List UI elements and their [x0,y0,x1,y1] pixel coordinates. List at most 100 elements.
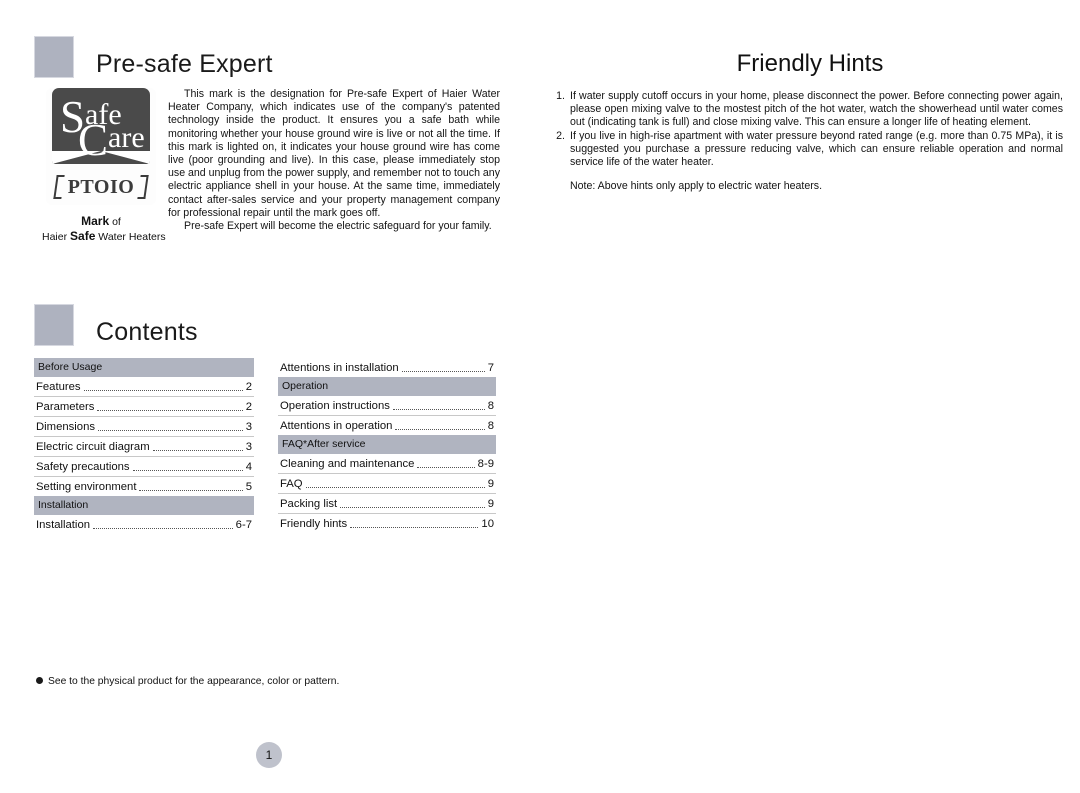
toc-entry-page: 5 [245,481,252,493]
toc-entry[interactable]: Electric circuit diagram 3 [34,437,254,456]
bullet-icon [36,677,43,684]
toc-entry-label: Parameters [36,401,95,413]
logo-care-rest: are [108,121,145,154]
safe-care-logo: Safe Care PTOIO Mark of Haier Safe Water… [42,88,166,244]
hint-text: If you live in high-rise apartment with … [570,129,1063,169]
toc-leader-dots [395,429,485,430]
toc-entry[interactable]: Attentions in installation 7 [278,358,496,377]
bracket-right-icon [137,175,149,199]
logo-card: Safe Care PTOIO [46,88,156,205]
logo-caption-line1: Mark of [42,214,160,229]
logo-caption: Mark of Haier Safe Water Heaters [42,214,166,244]
ptoio-label: PTOIO [67,176,135,198]
toc-entry-page: 3 [245,441,252,453]
toc-entry-label: Dimensions [36,421,96,433]
toc-entry[interactable]: FAQ 9 [278,474,496,493]
logo-caption-haier: Haier [42,231,71,243]
table-of-contents-left-column: Before Usage Features 2 Parameters 2 Dimensio… [34,358,254,534]
toc-entry-label: Packing list [280,498,338,510]
toc-entry-page: 6-7 [235,519,252,531]
presafe-paragraph-1: This mark is the designation for Pre-saf… [168,88,500,219]
toc-entry-label: FAQ [280,478,303,490]
table-of-contents-right-column: Attentions in installation 7 Operation Oper… [278,358,496,533]
logo-caption-safe: Safe [70,229,96,243]
toc-entry-label: Installation [36,519,91,531]
footnote-text: See to the physical product for the appe… [48,676,340,687]
hint-number: 1. [556,90,565,102]
logo-caption-waterheaters: Water Heaters [95,231,166,243]
toc-entry-page: 8-9 [477,458,494,470]
toc-leader-dots [139,490,243,491]
hint-item: 1. If water supply cutoff occurs in your … [543,90,1063,130]
contents-heading-accent-block [34,304,74,346]
footnote: See to the physical product for the appe… [36,676,339,687]
toc-entry[interactable]: Setting environment 5 [34,477,254,496]
toc-entry-page: 8 [487,420,494,432]
page-number-left: 1 [256,742,282,768]
toc-leader-dots [98,430,243,431]
toc-entry-page: 7 [487,362,494,374]
toc-entry[interactable]: Operation instructions 8 [278,396,496,415]
friendly-hints-note: Note: Above hints only apply to electric… [570,180,823,192]
logo-caption-mark: Mark [81,214,110,228]
toc-entry-label: Attentions in operation [280,420,393,432]
logo-care-initial: C [78,115,109,164]
left-page: Pre-safe Expert Safe Care PTOIO Mark of … [0,0,540,793]
toc-entry-page: 10 [481,518,494,530]
toc-leader-dots [417,467,475,468]
toc-entry-page: 2 [245,381,252,393]
ptoio-badge-icon: PTOIO [53,173,149,201]
bracket-left-icon [53,175,65,199]
right-page: Friendly Hints 1. If water supply cutoff … [540,0,1080,793]
toc-entry[interactable]: Cleaning and maintenance 8-9 [278,454,496,473]
toc-leader-dots [340,507,485,508]
toc-entry-page: 4 [245,461,252,473]
hint-item: 2. If you live in high-rise apartment wit… [543,130,1063,170]
contents-heading-title: Contents [96,318,198,346]
toc-entry-page: 3 [245,421,252,433]
toc-section-bar: Operation [278,377,496,396]
toc-entry-page: 8 [487,400,494,412]
toc-entry[interactable]: Installation 6-7 [34,515,254,534]
toc-entry-label: Features [36,381,81,393]
toc-entry[interactable]: Friendly hints 10 [278,514,496,533]
presafe-heading-accent-block [34,36,74,78]
hint-text: If water supply cutoff occurs in your ho… [570,90,1063,129]
toc-leader-dots [305,487,485,488]
logo-caption-line2: Haier Safe Water Heaters [42,229,166,244]
presafe-body-text: This mark is the designation for Pre-saf… [168,88,500,233]
toc-leader-dots [83,390,243,391]
hint-number: 2. [556,129,565,142]
document-page: Pre-safe Expert Safe Care PTOIO Mark of … [0,0,1080,793]
toc-section-bar: Installation [34,496,254,515]
toc-entry[interactable]: Safety precautions 4 [34,457,254,476]
toc-entry[interactable]: Packing list 9 [278,494,496,513]
toc-entry[interactable]: Parameters 2 [34,397,254,416]
toc-entry-label: Operation instructions [280,400,390,412]
logo-caption-of: of [109,216,121,228]
friendly-hints-list: 1. If water supply cutoff occurs in your … [543,90,1063,169]
shield-icon: Safe Care [52,88,150,164]
toc-entry[interactable]: Attentions in operation 8 [278,416,496,435]
friendly-hints-title: Friendly Hints [736,50,884,77]
toc-entry-label: Cleaning and maintenance [280,458,415,470]
toc-entry[interactable]: Features 2 [34,377,254,396]
toc-entry-label: Friendly hints [280,518,348,530]
toc-section-bar: Before Usage [34,358,254,377]
toc-leader-dots [132,470,243,471]
presafe-heading-title: Pre-safe Expert [96,50,273,78]
toc-leader-dots [350,527,479,528]
toc-leader-dots [93,528,233,529]
toc-entry-page: 9 [487,478,494,490]
toc-entry-label: Safety precautions [36,461,130,473]
toc-section-bar: FAQ*After service [278,435,496,454]
toc-leader-dots [97,410,243,411]
toc-entry[interactable]: Dimensions 3 [34,417,254,436]
presafe-paragraph-2: Pre-safe Expert will become the electric… [184,220,492,233]
toc-leader-dots [401,371,485,372]
toc-entry-label: Setting environment [36,481,137,493]
toc-entry-label: Electric circuit diagram [36,441,150,453]
toc-leader-dots [392,409,485,410]
toc-entry-page: 9 [487,498,494,510]
toc-entry-page: 2 [245,401,252,413]
